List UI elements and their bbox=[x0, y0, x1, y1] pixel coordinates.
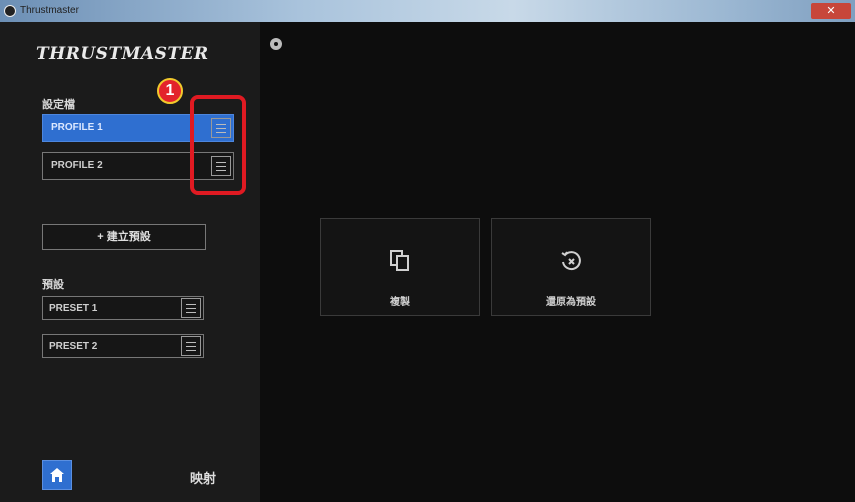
mapping-tab[interactable]: 映射 bbox=[190, 468, 216, 487]
sidebar: THRUSTMASTER 設定檔 PROFILE 1 PROFILE 2 + 建… bbox=[0, 22, 260, 502]
step-badge: 1 bbox=[157, 78, 183, 104]
preset-item-1[interactable]: PRESET 1 bbox=[42, 296, 204, 320]
preset-label: PRESET 1 bbox=[49, 303, 98, 314]
app-icon bbox=[4, 5, 16, 17]
copy-tile[interactable]: 複製 bbox=[320, 218, 480, 316]
profiles-section-label: 設定檔 bbox=[42, 99, 75, 111]
window-title: Thrustmaster bbox=[20, 5, 79, 16]
presets-section-label: 預設 bbox=[42, 279, 64, 291]
home-icon bbox=[50, 468, 64, 482]
preset-menu-button[interactable] bbox=[181, 336, 201, 356]
close-button[interactable]: ✕ bbox=[811, 3, 851, 19]
gear-icon[interactable] bbox=[270, 38, 282, 50]
profile-label: PROFILE 1 bbox=[51, 122, 103, 133]
close-icon: ✕ bbox=[826, 5, 836, 17]
preset-menu-button[interactable] bbox=[181, 298, 201, 318]
preset-label: PRESET 2 bbox=[49, 341, 98, 352]
brand-logo: THRUSTMASTER bbox=[36, 44, 209, 64]
menu-highlight-box bbox=[190, 95, 246, 195]
copy-icon bbox=[390, 250, 409, 271]
step-number: 1 bbox=[165, 82, 175, 99]
home-button[interactable] bbox=[42, 460, 72, 490]
preset-item-2[interactable]: PRESET 2 bbox=[42, 334, 204, 358]
profile-label: PROFILE 2 bbox=[51, 160, 103, 171]
new-preset-label: + 建立預設 bbox=[97, 231, 151, 243]
window-titlebar: Thrustmaster ✕ bbox=[0, 0, 855, 22]
restore-default-tile[interactable]: 還原為預設 bbox=[491, 218, 651, 316]
restore-icon bbox=[561, 251, 581, 271]
new-preset-button[interactable]: + 建立預設 bbox=[42, 224, 206, 250]
restore-default-label: 還原為預設 bbox=[546, 297, 596, 308]
copy-label: 複製 bbox=[390, 297, 410, 308]
